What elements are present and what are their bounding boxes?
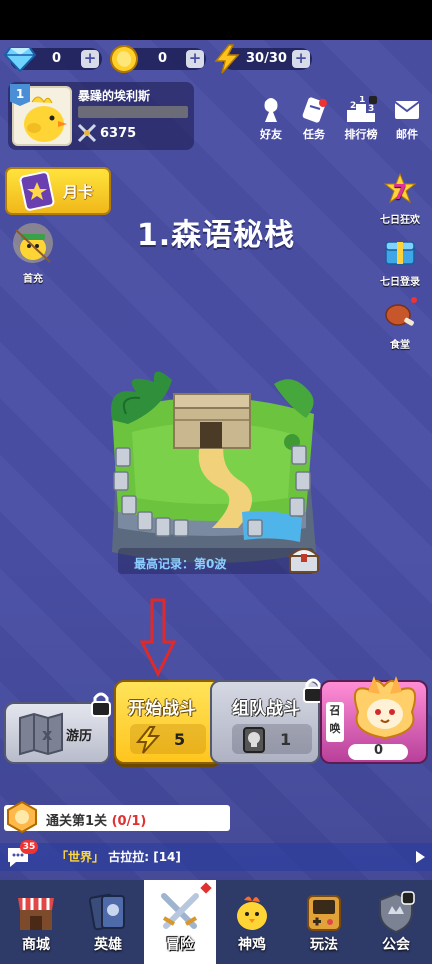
- leaderboard-button[interactable]: 2 1 3 排行榜: [341, 95, 381, 141]
- svg-text:3: 3: [368, 104, 374, 114]
- canteen-button[interactable]: 食堂: [378, 297, 422, 351]
- nav-adventure[interactable]: 冒险: [144, 880, 216, 964]
- mail-button[interactable]: 邮件: [387, 96, 427, 141]
- add-gems-button[interactable]: +: [81, 50, 99, 68]
- seven-day-login-label: 七日登录: [380, 277, 420, 288]
- hero-cards-icon: [88, 893, 125, 931]
- seven-day-login-icon: [385, 241, 415, 265]
- svg-text:1: 1: [359, 96, 365, 105]
- lightning-cost-icon: [136, 726, 160, 754]
- leaderboard-label: 排行榜: [344, 128, 378, 141]
- mail-label: 邮件: [396, 128, 418, 141]
- fox-hero-icon: [354, 676, 416, 740]
- player-profile[interactable]: 1 暴躁的埃利斯 6375: [8, 82, 194, 150]
- game-console-icon: [307, 895, 341, 931]
- first-recharge-label: 首充: [23, 274, 43, 285]
- quest-button[interactable]: 任务: [294, 96, 334, 141]
- nav-heroes[interactable]: 英雄: [72, 880, 144, 964]
- chat-user: 古拉拉:: [108, 850, 150, 864]
- player-name: 暴躁的埃利斯: [78, 89, 151, 103]
- nav-adventure-label: 冒险: [166, 937, 194, 953]
- shop-icon: [18, 898, 54, 930]
- guild-shield-icon: [379, 891, 415, 934]
- leaderboard-icon: 2 1 3: [347, 95, 377, 122]
- start-battle-label: 开始战斗: [128, 699, 196, 719]
- svg-text:2: 2: [350, 101, 356, 111]
- task-progress: (0/1): [111, 814, 147, 829]
- nav-heroes-label: 英雄: [94, 937, 122, 953]
- treasure-chest-icon[interactable]: [286, 542, 322, 576]
- team-battle-cost: 1: [280, 730, 292, 749]
- add-energy-button[interactable]: +: [292, 50, 310, 68]
- seven-day-login-button[interactable]: 七日登录: [378, 234, 422, 288]
- team-battle-button[interactable]: 组队战斗 1: [210, 678, 323, 764]
- diamond-icon: [4, 47, 36, 72]
- coin-icon: [110, 45, 138, 73]
- nav-shop-label: 商城: [22, 937, 50, 953]
- summon-count: 0: [374, 743, 384, 758]
- seven-day-carnival-label: 七日狂欢: [380, 215, 420, 226]
- nav-chicken[interactable]: 神鸡: [216, 880, 288, 964]
- mail-icon: [394, 101, 420, 119]
- chat-message: 「世界」 古拉拉: [14]: [56, 848, 181, 865]
- skull-ticket-icon: [243, 727, 265, 753]
- level-badge: 1: [10, 84, 30, 106]
- best-record: 最高记录：第0波: [134, 557, 227, 571]
- map-icon: x: [19, 712, 63, 756]
- task-label: 通关第1关: [46, 814, 108, 829]
- friend-button[interactable]: 好友: [251, 96, 291, 141]
- gems-value: 0: [52, 51, 62, 66]
- svg-text:x: x: [42, 725, 53, 744]
- nav-shop[interactable]: 商城: [0, 880, 72, 964]
- friend-icon: [264, 98, 278, 122]
- energy-value: 30/30: [246, 51, 287, 66]
- chat-unread-badge: 35: [20, 840, 38, 854]
- gems-bar: 0 +: [4, 47, 102, 72]
- nav-chicken-label: 神鸡: [238, 937, 266, 953]
- monthly-card-button[interactable]: 月卡: [5, 167, 111, 215]
- crossed-swords-icon: [161, 893, 199, 929]
- svg-text:7: 7: [393, 180, 407, 204]
- game-screen: 0 + 0 + 30/30 + 1 暴躁的埃利斯 6375 好友 任务 2 1 …: [0, 40, 432, 964]
- monthly-card-icon: [19, 171, 55, 211]
- nav-guild[interactable]: 公会: [360, 880, 432, 964]
- monthly-card-label: 月卡: [63, 183, 94, 201]
- seven-day-carnival-button[interactable]: 7 七日狂欢: [378, 172, 422, 226]
- canteen-label: 食堂: [390, 340, 410, 351]
- chat-channel: 「世界」: [56, 850, 105, 864]
- chicken-icon: [237, 896, 267, 930]
- summon-label: 召唤: [326, 702, 344, 742]
- lock-icon: [91, 692, 111, 717]
- chat-content: [14]: [153, 850, 181, 864]
- summon-button[interactable]: 召唤 0: [320, 676, 428, 764]
- energy-bar: 30/30 +: [214, 44, 312, 74]
- chat-expand-icon[interactable]: [414, 850, 426, 864]
- adventure-label: 游历: [66, 729, 93, 744]
- nav-gameplay-label: 玩法: [310, 937, 338, 953]
- adventure-button[interactable]: x 游历: [4, 692, 111, 764]
- nav-guild-label: 公会: [382, 937, 410, 953]
- add-coins-button[interactable]: +: [186, 50, 204, 68]
- stage-title: 1.森语秘栈: [136, 218, 296, 253]
- lightning-icon: [214, 44, 240, 74]
- coins-bar: 0 +: [110, 45, 206, 73]
- coins-value: 0: [158, 51, 168, 66]
- start-battle-button[interactable]: 开始战斗 5: [114, 680, 222, 764]
- start-battle-cost: 5: [174, 730, 186, 749]
- team-battle-label: 组队战斗: [232, 699, 300, 719]
- friend-label: 好友: [260, 128, 282, 141]
- power-value: 6375: [100, 126, 137, 141]
- canteen-meat-icon: [385, 297, 417, 326]
- nav-gameplay[interactable]: 玩法: [288, 880, 360, 964]
- seven-day-carnival-icon: 7: [383, 172, 417, 204]
- medal-icon: [7, 800, 37, 834]
- quest-label: 任务: [303, 128, 325, 141]
- crossed-swords-power-icon: [77, 123, 97, 143]
- task-text: 通关第1关 (0/1): [46, 810, 146, 829]
- guide-arrow-icon: [139, 598, 177, 678]
- exp-bar: [78, 106, 188, 118]
- quest-scroll-icon: [302, 97, 327, 123]
